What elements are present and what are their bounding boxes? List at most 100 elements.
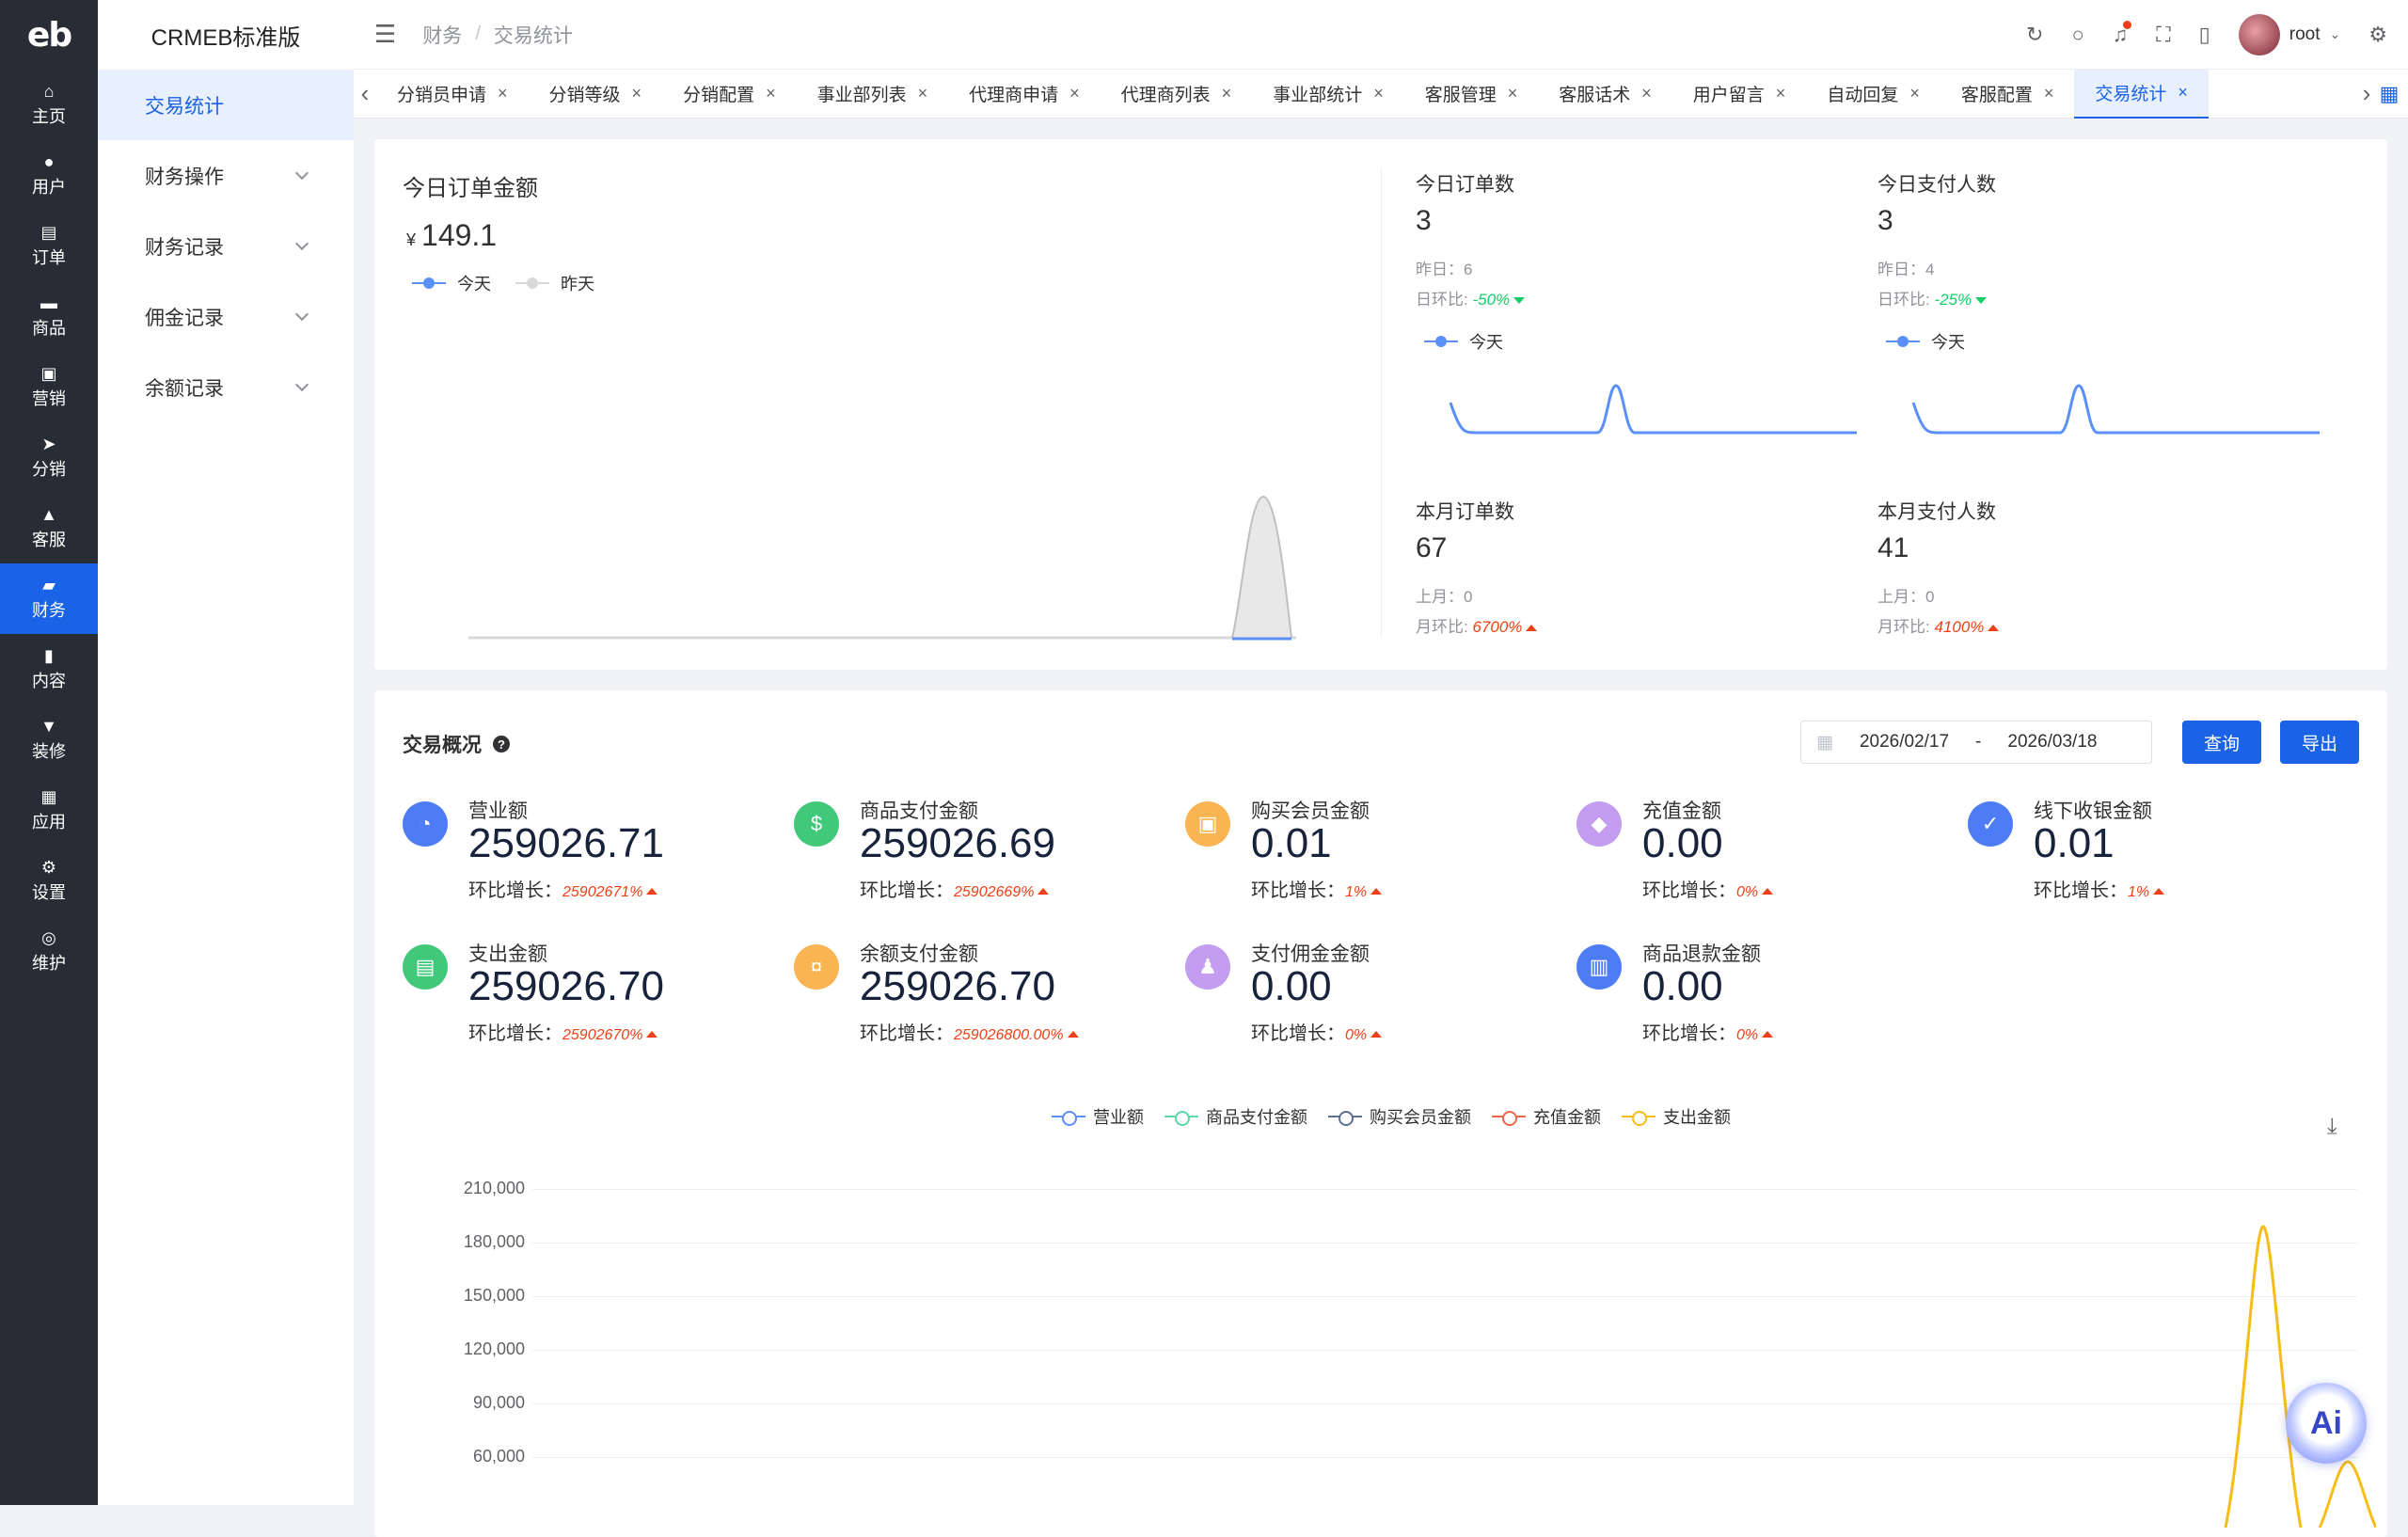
close-icon[interactable]: × — [766, 84, 776, 103]
mobile-preview-icon[interactable]: ▯ — [2199, 23, 2210, 47]
tab-label: 分销配置 — [683, 86, 755, 105]
rail-item-6[interactable]: ▲ 客服 — [0, 493, 98, 563]
tabs-grid-menu-icon[interactable]: ▦ — [2378, 82, 2400, 106]
rail-item-5[interactable]: ➤ 分销 — [0, 422, 98, 493]
query-button[interactable]: 查询 — [2182, 721, 2261, 764]
date-range-picker[interactable]: ▦ 2026/02/17 - 2026/03/18 — [1800, 721, 2152, 764]
refresh-icon[interactable]: ↻ — [2026, 23, 2043, 47]
tabs-scroll-left-icon[interactable]: ‹ — [354, 79, 376, 108]
rail-item-3[interactable]: ▬ 商品 — [0, 281, 98, 352]
tab-3[interactable]: 事业部列表 × — [797, 70, 949, 119]
user-menu[interactable]: root ⌄ — [2238, 13, 2340, 55]
tab-7[interactable]: 客服管理 × — [1404, 70, 1539, 119]
menu-item-finance-ops[interactable]: 财务操作 — [98, 140, 354, 211]
today-payers-legend: 今天 — [1886, 329, 1965, 354]
tab-11[interactable]: 客服配置 × — [1941, 70, 2075, 119]
rail-item-7[interactable]: ▰ 财务 — [0, 563, 98, 634]
close-icon[interactable]: × — [1069, 84, 1080, 103]
tab-label: 客服管理 — [1424, 86, 1497, 105]
rail-item-11[interactable]: ⚙ 设置 — [0, 846, 98, 916]
menu-toggle-icon[interactable]: ☰ — [374, 20, 396, 49]
chevron-down-icon — [294, 236, 309, 250]
tab-10[interactable]: 自动回复 × — [1806, 70, 1941, 119]
card-divider — [1381, 167, 1382, 638]
diamond-icon: ◆ — [1576, 801, 1622, 847]
rail-item-label: 设置 — [32, 883, 66, 902]
rail-item-label: 分销 — [32, 460, 66, 479]
tab-2[interactable]: 分销配置 × — [662, 70, 797, 119]
user-icon: ♟ — [1185, 944, 1230, 990]
tab-0[interactable]: 分销员申请 × — [376, 70, 529, 119]
today-order-amount-title: 今日订单金额 — [403, 176, 538, 201]
search-icon[interactable]: ○ — [2071, 23, 2083, 47]
tab-5[interactable]: 代理商列表 × — [1101, 70, 1253, 119]
close-icon[interactable]: × — [1222, 84, 1232, 103]
help-icon[interactable]: ? — [493, 736, 510, 753]
tab-8[interactable]: 客服话术 × — [1538, 70, 1672, 119]
fullscreen-icon[interactable]: ⛶ — [2156, 23, 2170, 47]
legend-item-0[interactable]: 营业额 — [1052, 1104, 1144, 1129]
up-arrow-icon — [1762, 1031, 1774, 1038]
tab-9[interactable]: 用户留言 × — [1672, 70, 1807, 119]
tab-label: 用户留言 — [1692, 86, 1765, 105]
rail-item-label: 订单 — [32, 248, 66, 267]
y-tick-label: 90,000 — [472, 1393, 525, 1412]
legend-item-2[interactable]: 购买会员金额 — [1328, 1104, 1471, 1129]
crmeb-logo[interactable]: eb — [0, 0, 98, 70]
down-arrow-icon — [1975, 297, 1988, 305]
close-icon[interactable]: × — [918, 84, 928, 103]
rail-item-0[interactable]: ⌂ 主页 — [0, 70, 98, 140]
export-button[interactable]: 导出 — [2280, 721, 2359, 764]
legend-marker-today — [1886, 335, 1920, 348]
menu-item-balance-records[interactable]: 余额记录 — [98, 352, 354, 422]
download-icon[interactable]: ⤓ — [2327, 1114, 2337, 1140]
month-orders-label: 本月订单数 — [1416, 501, 1514, 523]
close-icon[interactable]: × — [2178, 83, 2188, 103]
close-icon[interactable]: × — [1776, 84, 1786, 103]
month-orders-prev: 上月：0 — [1416, 588, 1473, 606]
close-icon[interactable]: × — [1373, 84, 1384, 103]
metric-3: ◆ 充值金额 0.00 环比增长：0% — [1576, 792, 1953, 901]
close-icon[interactable]: × — [1641, 84, 1652, 103]
menu-item-finance-records[interactable]: 财务记录 — [98, 211, 354, 281]
menu-item-commission-records[interactable]: 佣金记录 — [98, 281, 354, 352]
legend-item-1[interactable]: 商品支付金额 — [1164, 1104, 1307, 1129]
legend-label: 商品支付金额 — [1206, 1108, 1307, 1127]
tab-12[interactable]: 交易统计 × — [2074, 69, 2209, 119]
tab-6[interactable]: 事业部统计 × — [1252, 70, 1404, 119]
settings-gear-icon[interactable]: ⚙ — [2368, 23, 2387, 47]
breadcrumb-finance[interactable]: 财务 — [422, 21, 462, 49]
close-icon[interactable]: × — [632, 84, 642, 103]
rail-item-label: 客服 — [32, 531, 66, 549]
rail-item-4[interactable]: ▣ 营销 — [0, 352, 98, 422]
chip-icon: ◎ — [41, 928, 56, 947]
tab-1[interactable]: 分销等级 × — [529, 70, 663, 119]
tabs-scroll-right-icon[interactable]: › — [2355, 79, 2378, 108]
today-payers-prev: 昨日：4 — [1877, 261, 1935, 278]
date-end[interactable]: 2026/03/18 — [2007, 732, 2097, 753]
legend-item-3[interactable]: 充值金额 — [1492, 1104, 1601, 1129]
rail-item-10[interactable]: ▦ 应用 — [0, 775, 98, 846]
rail-item-1[interactable]: ● 用户 — [0, 140, 98, 211]
rail-item-8[interactable]: ▮ 内容 — [0, 634, 98, 705]
legend-label: 购买会员金额 — [1370, 1108, 1471, 1127]
legend-item-4[interactable]: 支出金额 — [1622, 1104, 1731, 1129]
rail-item-label: 应用 — [32, 813, 66, 832]
close-icon[interactable]: × — [2044, 84, 2054, 103]
close-icon[interactable]: × — [1508, 84, 1518, 103]
date-start[interactable]: 2026/02/17 — [1860, 732, 1949, 753]
close-icon[interactable]: × — [1909, 84, 1920, 103]
rail-item-12[interactable]: ◎ 维护 — [0, 916, 98, 987]
menu-item-trade-stats[interactable]: 交易统计 — [98, 70, 354, 140]
ai-assistant-button[interactable]: Ai — [2286, 1383, 2367, 1464]
close-icon[interactable]: × — [498, 84, 508, 103]
tab-4[interactable]: 代理商申请 × — [948, 70, 1101, 119]
rail-item-2[interactable]: ▤ 订单 — [0, 211, 98, 281]
legend-marker — [1052, 1110, 1085, 1126]
rail-item-9[interactable]: ▼ 装修 — [0, 705, 98, 775]
up-arrow-icon — [1370, 1031, 1383, 1038]
rail-item-label: 财务 — [32, 601, 66, 620]
notification-bell-icon[interactable]: ♫ — [2113, 20, 2132, 47]
today-orders-prev: 昨日：6 — [1416, 261, 1473, 278]
username: root — [2289, 24, 2321, 44]
